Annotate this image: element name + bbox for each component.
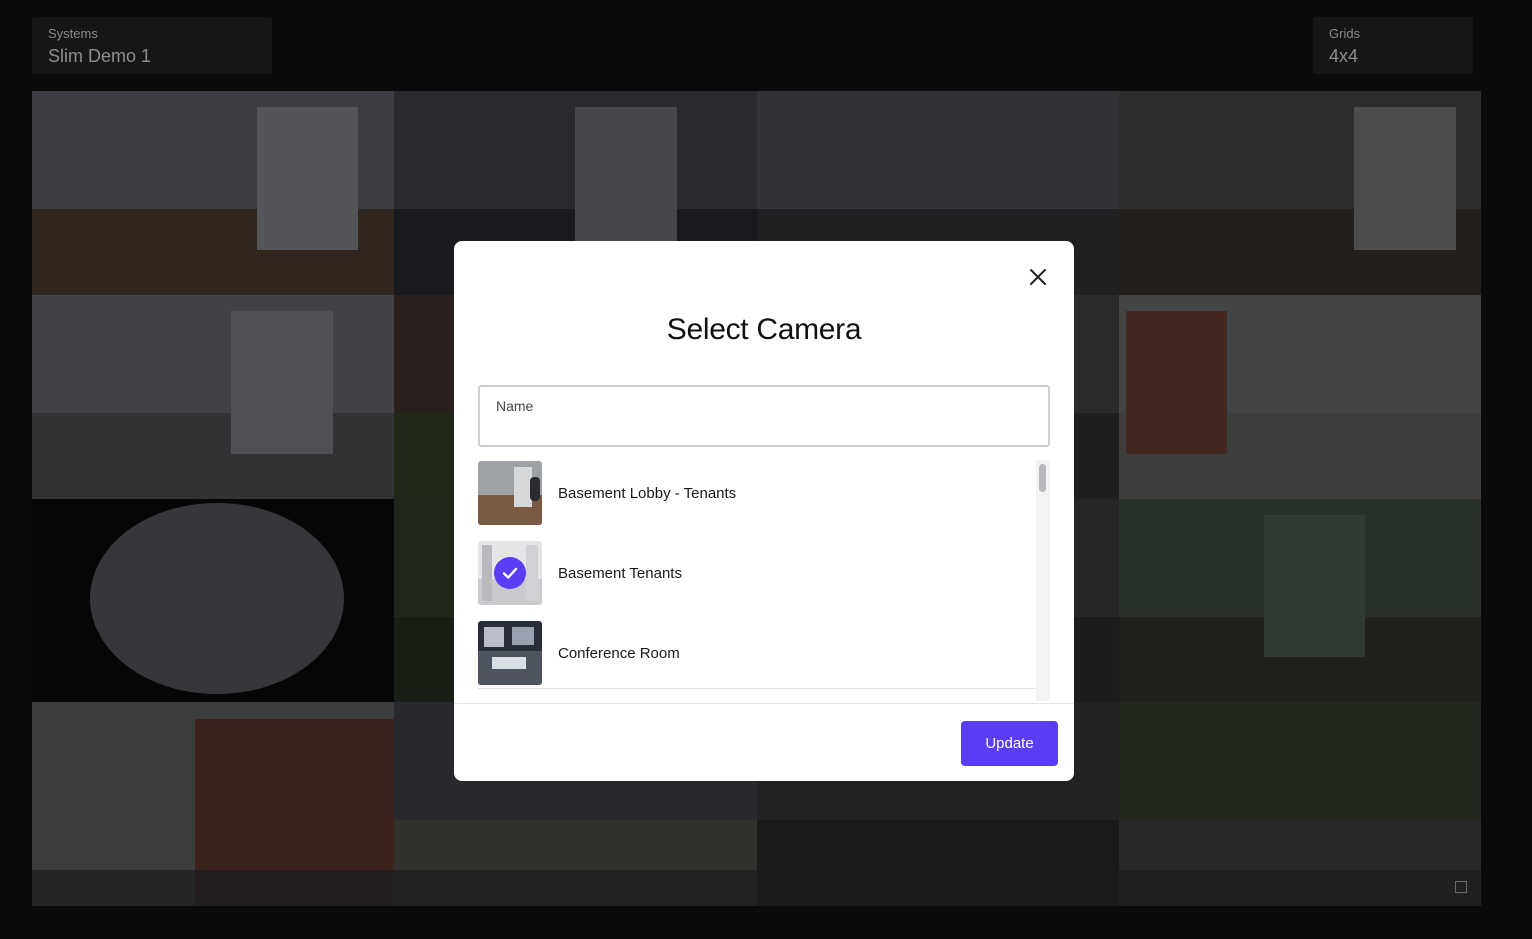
player-controls-bar <box>32 870 1481 906</box>
systems-value: Slim Demo 1 <box>48 46 152 66</box>
fullscreen-icon[interactable] <box>1455 881 1467 893</box>
camera-list: Basement Lobby - Tenants Basement Tenant… <box>478 460 1036 689</box>
camera-thumbnail <box>478 461 542 525</box>
name-search-field[interactable]: Name <box>478 385 1050 447</box>
close-button[interactable] <box>1026 265 1050 289</box>
update-button[interactable]: Update <box>961 721 1058 766</box>
systems-selector[interactable]: Systems Slim Demo 1 <box>32 17 272 74</box>
camera-name: Conference Room <box>558 645 680 662</box>
name-label: Name <box>496 398 534 414</box>
camera-name: Basement Tenants <box>558 565 682 582</box>
camera-tile[interactable] <box>1118 91 1481 295</box>
camera-thumbnail <box>478 541 542 605</box>
grids-selector[interactable]: Grids 4x4 <box>1313 17 1473 74</box>
camera-tile[interactable] <box>32 91 395 295</box>
camera-tile[interactable] <box>1118 294 1481 499</box>
selected-check-icon <box>494 557 526 589</box>
dialog-title: Select Camera <box>666 313 862 346</box>
list-scrollbar[interactable] <box>1036 460 1050 701</box>
camera-tile[interactable] <box>32 498 395 703</box>
systems-label: Systems <box>48 26 98 41</box>
dialog-footer: Update <box>454 703 1074 781</box>
scrollbar-thumb[interactable] <box>1039 464 1046 492</box>
close-icon <box>1030 269 1046 285</box>
name-input[interactable] <box>496 417 1030 441</box>
camera-thumbnail <box>478 621 542 685</box>
camera-tile[interactable] <box>32 294 395 499</box>
camera-tile[interactable] <box>1118 498 1481 703</box>
camera-list-item[interactable]: Basement Tenants <box>478 541 1036 607</box>
camera-list-item[interactable]: Basement Lobby - Tenants <box>478 461 1036 527</box>
grids-value: 4x4 <box>1329 46 1359 66</box>
select-camera-dialog: Select Camera Name Basement Lobby - Tena… <box>454 241 1074 781</box>
camera-list-item[interactable]: Conference Room <box>478 621 1036 687</box>
grids-label: Grids <box>1329 26 1361 41</box>
camera-name: Basement Lobby - Tenants <box>558 485 737 502</box>
